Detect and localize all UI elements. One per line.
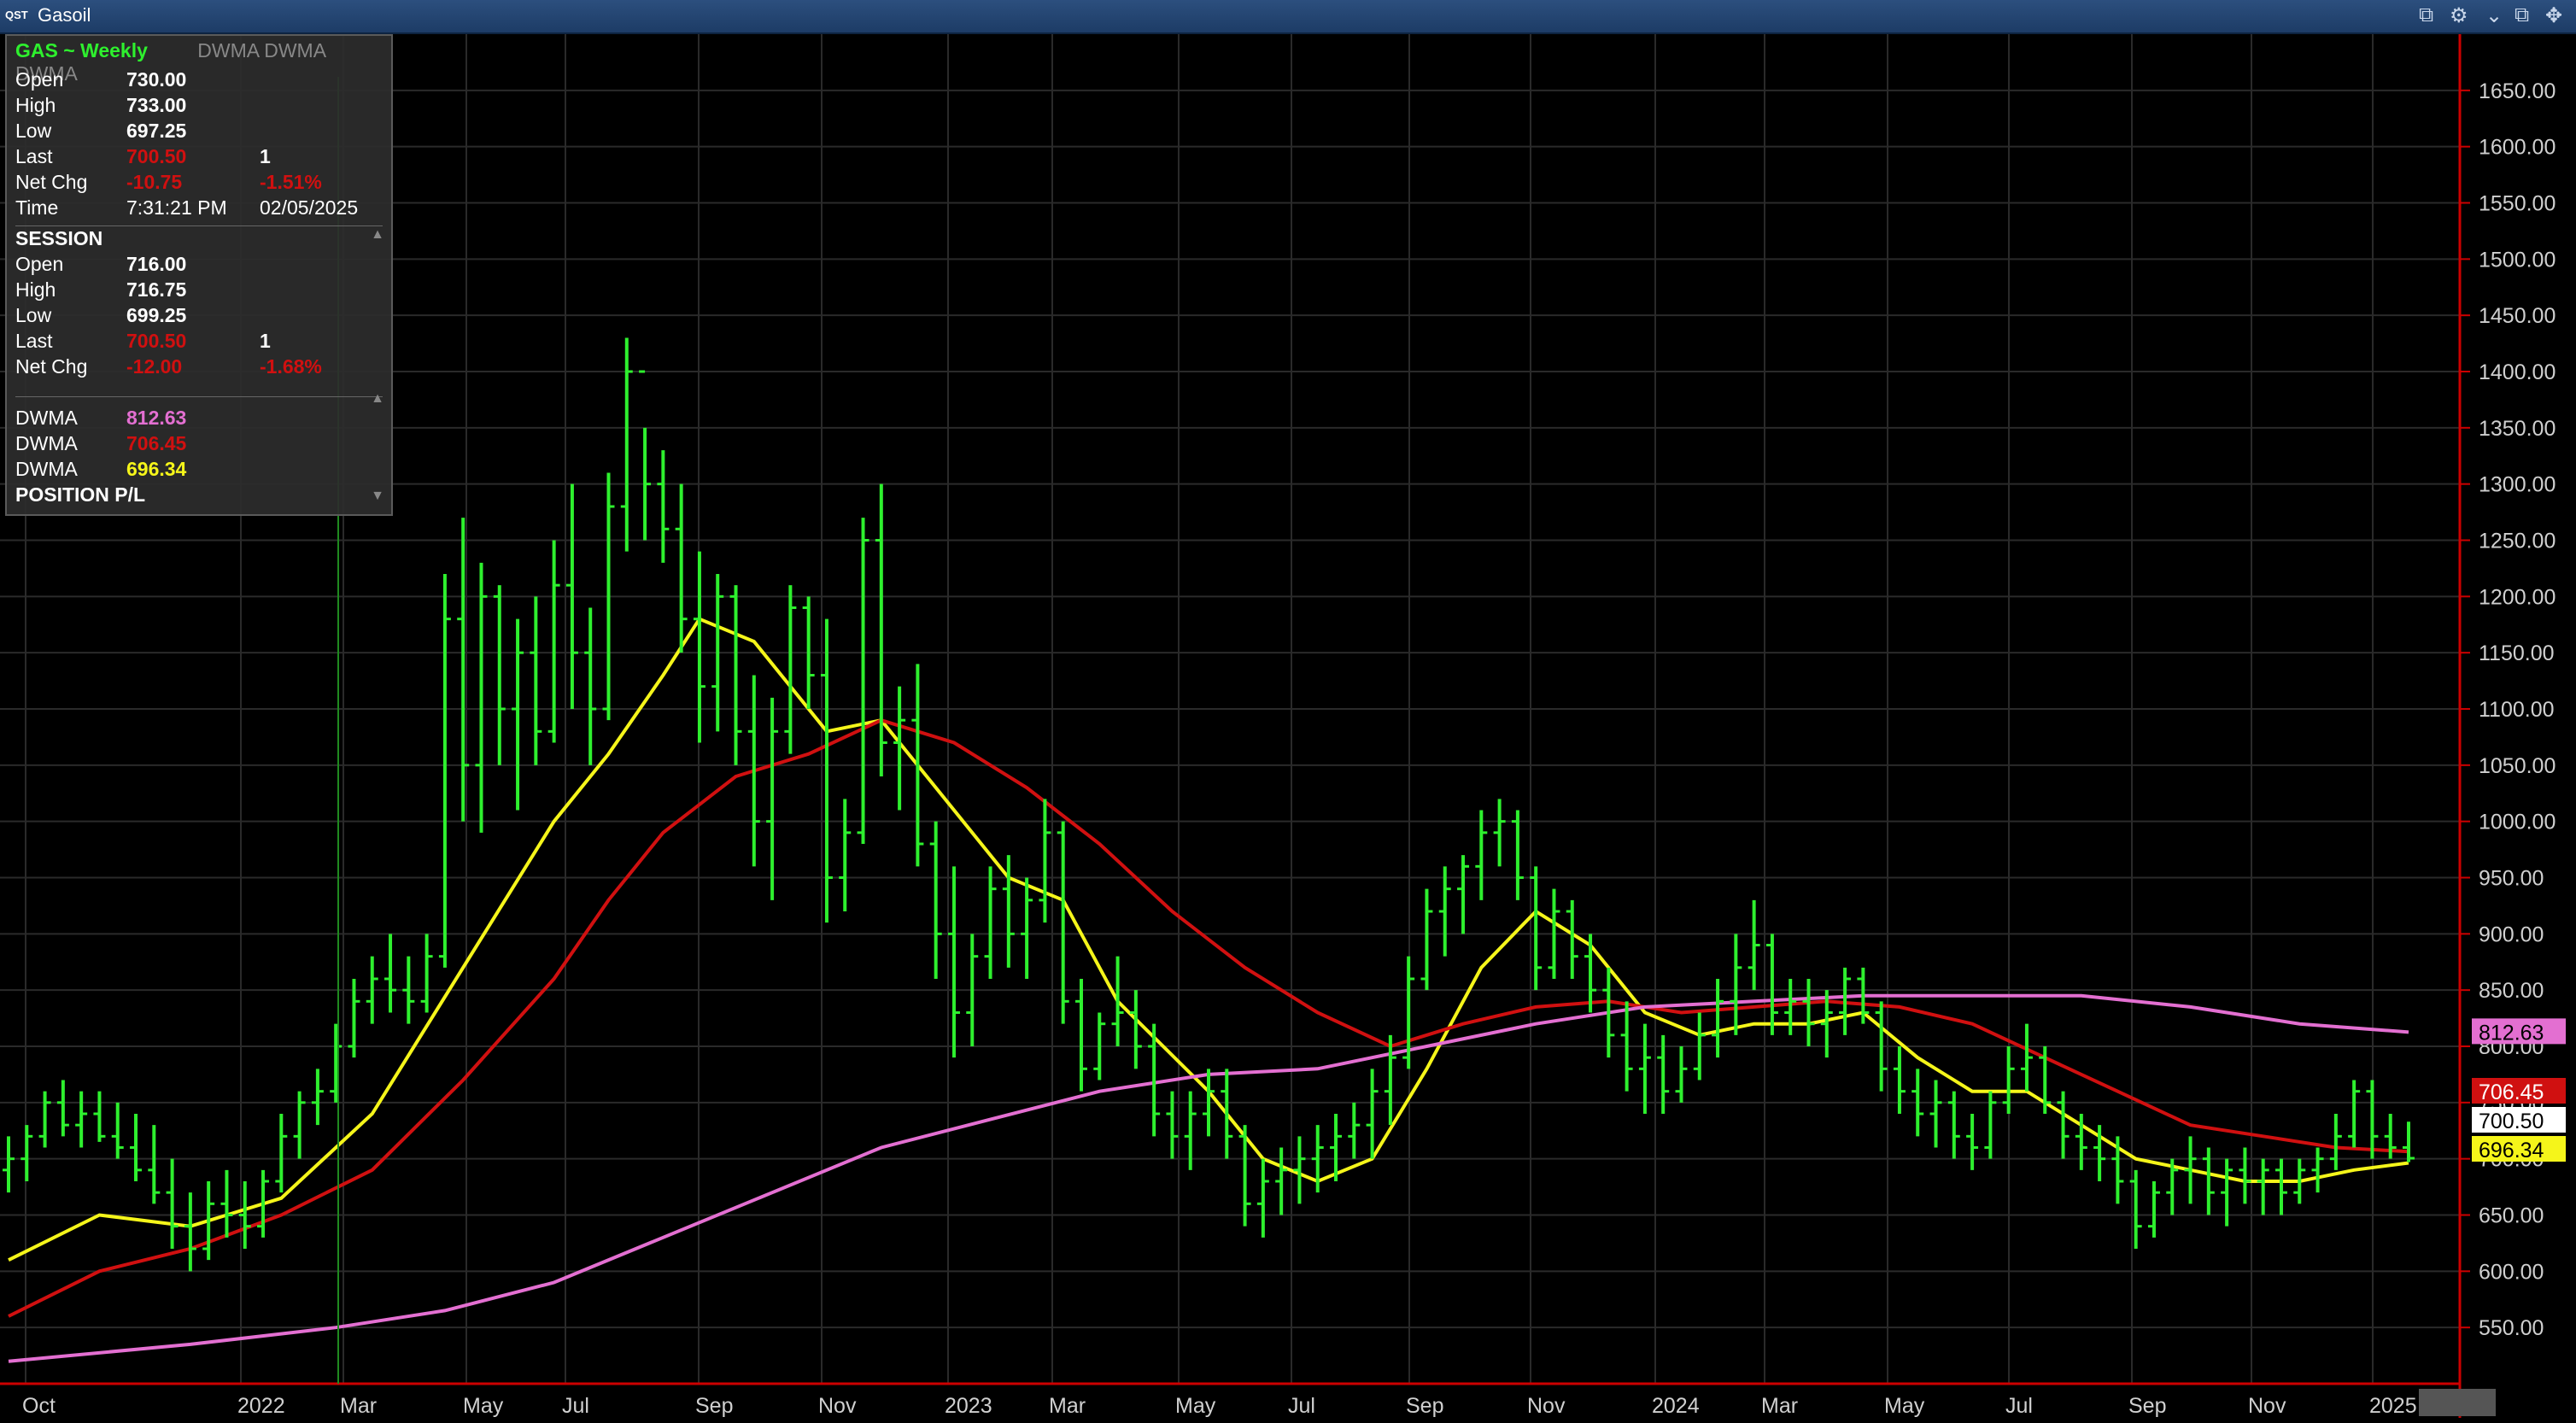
y-tick-label: 1100.00 [2479, 698, 2555, 722]
panel-header: GAS ~ Weekly DWMA DWMA DWMA [15, 39, 391, 85]
session-high-label: High [15, 278, 56, 301]
app-logo: QST [5, 9, 28, 21]
title-bar: QST Gasoil ⧉ ⚙ ⌄ ⧉ ✥ [0, 0, 2576, 34]
gear-icon[interactable]: ⚙ [2450, 3, 2468, 28]
netchg-value: -10.75 [126, 171, 183, 193]
chevron-down-icon[interactable]: ⌄ [2485, 3, 2503, 28]
study-label: DWMA [15, 432, 78, 454]
session-netchg-value: -12.00 [126, 355, 183, 378]
x-tick-label: Sep [1406, 1394, 1443, 1418]
high-label: High [15, 94, 56, 116]
x-tick-label: Jul [2005, 1394, 2033, 1418]
y-tick-label: 1500.00 [2479, 248, 2556, 272]
session-open-value: 716.00 [126, 253, 187, 275]
session-high-value: 716.75 [126, 278, 187, 301]
x-tick-label: Nov [1527, 1394, 1566, 1418]
move-icon[interactable]: ✥ [2545, 3, 2562, 28]
symbol-label: GAS ~ Weekly [15, 39, 148, 61]
session-netchg-pct: -1.68% [260, 355, 322, 378]
open-label: Open [15, 68, 64, 91]
time-value: 7:31:21 PM [126, 196, 227, 219]
low-label: Low [15, 120, 52, 142]
y-tick-label: 1000.00 [2479, 811, 2556, 834]
price-label: 700.50 [2479, 1110, 2544, 1133]
price-label: 706.45 [2479, 1080, 2544, 1104]
last-size: 1 [260, 145, 271, 167]
last-label: Last [15, 145, 53, 167]
x-tick-label: Sep [695, 1394, 733, 1418]
y-tick-label: 1600.00 [2479, 136, 2556, 160]
high-value: 733.00 [126, 94, 187, 116]
copy-icon[interactable]: ⧉ [2515, 3, 2529, 27]
y-tick-label: 650.00 [2479, 1204, 2544, 1228]
y-tick-label: 1400.00 [2479, 360, 2556, 384]
x-tick-label: Sep [2128, 1394, 2166, 1418]
session-last-value: 700.50 [126, 330, 187, 352]
x-tick-label: Oct [22, 1394, 56, 1418]
y-tick-label: 1550.00 [2479, 192, 2556, 216]
low-value: 697.25 [126, 120, 187, 142]
session-title: SESSION [15, 227, 103, 249]
open-value: 730.00 [126, 68, 187, 91]
y-tick-label: 1250.00 [2479, 530, 2556, 553]
y-tick-label: 850.00 [2479, 979, 2544, 1003]
study-value-pink: 812.63 [126, 407, 187, 429]
session-low-label: Low [15, 304, 52, 326]
study-label: DWMA [15, 407, 78, 429]
y-tick-label: 1350.00 [2479, 417, 2556, 441]
time-label: Time [15, 196, 59, 219]
last-value: 700.50 [126, 145, 187, 167]
y-tick-label: 1050.00 [2479, 754, 2556, 778]
x-tick-label: Mar [1761, 1394, 1798, 1418]
collapse-icon[interactable]: ▲ [371, 391, 384, 407]
study-value-red: 706.45 [126, 432, 187, 454]
price-label: 812.63 [2479, 1021, 2544, 1045]
divider [15, 225, 383, 226]
y-tick-label: 1200.00 [2479, 585, 2556, 609]
netchg-label: Net Chg [15, 171, 88, 193]
y-tick-label: 1650.00 [2479, 79, 2556, 103]
x-tick-label: 2022 [237, 1394, 285, 1418]
x-tick-label: 2024 [1652, 1394, 1700, 1418]
divider [15, 396, 383, 397]
x-tick-label: Jul [562, 1394, 589, 1418]
date-value: 02/05/2025 [260, 196, 359, 219]
session-open-label: Open [15, 253, 64, 275]
collapse-icon[interactable]: ▲ [371, 227, 384, 243]
session-low-value: 699.25 [126, 304, 187, 326]
study-value-yellow: 696.34 [126, 458, 187, 480]
y-tick-label: 1300.00 [2479, 473, 2556, 497]
x-tick-label: May [1175, 1394, 1216, 1418]
session-last-size: 1 [260, 330, 271, 352]
x-tick-label: Mar [340, 1394, 377, 1418]
expand-icon[interactable]: ▼ [371, 489, 384, 504]
y-tick-label: 550.00 [2479, 1316, 2544, 1340]
restore-icon[interactable]: ⧉ [2419, 3, 2433, 27]
price-label: 696.34 [2479, 1139, 2544, 1162]
y-tick-label: 1450.00 [2479, 304, 2556, 328]
x-tick-label: May [463, 1394, 504, 1418]
y-tick-label: 600.00 [2479, 1260, 2544, 1284]
study-label: DWMA [15, 458, 78, 480]
x-tick-label: May [1884, 1394, 1925, 1418]
x-tick-label: Jul [1288, 1394, 1315, 1418]
x-tick-label: Mar [1049, 1394, 1086, 1418]
y-tick-label: 900.00 [2479, 922, 2544, 946]
x-tick-label: Nov [818, 1394, 857, 1418]
y-tick-label: 950.00 [2479, 867, 2544, 891]
window-title: Gasoil [38, 4, 91, 26]
scrollbar-thumb [2419, 1389, 2496, 1416]
x-tick-label: 2025 [2369, 1394, 2417, 1418]
session-netchg-label: Net Chg [15, 355, 88, 378]
x-tick-label: 2023 [945, 1394, 992, 1418]
netchg-pct: -1.51% [260, 171, 322, 193]
session-last-label: Last [15, 330, 53, 352]
position-pl-label: POSITION P/L [15, 483, 146, 506]
x-tick-label: Nov [2248, 1394, 2286, 1418]
y-tick-label: 1150.00 [2479, 641, 2555, 665]
quote-panel: GAS ~ Weekly DWMA DWMA DWMA Open 730.00 … [5, 34, 393, 516]
